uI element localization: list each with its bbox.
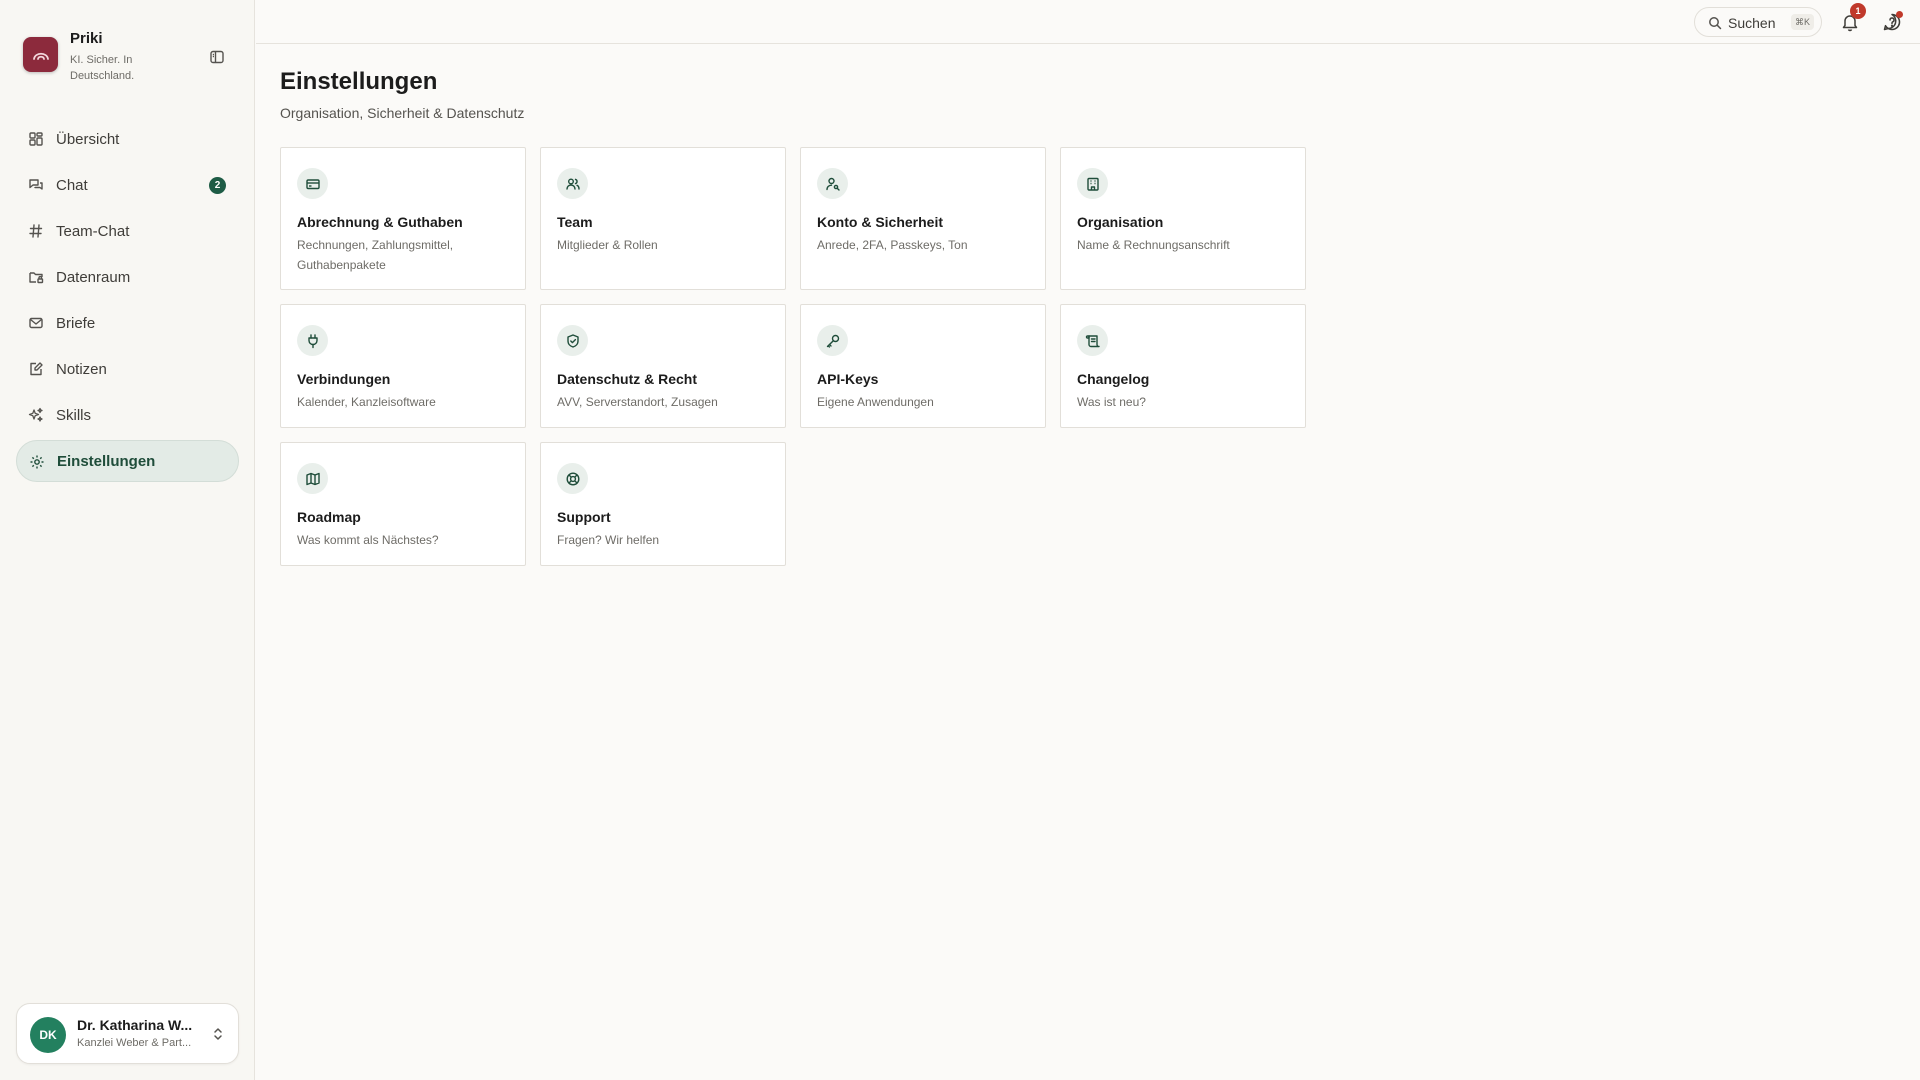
card-title: Abrechnung & Guthaben: [297, 214, 463, 230]
card-support[interactable]: Support Fragen? Wir helfen: [540, 442, 786, 566]
sidebar-item-label: Chat: [56, 176, 88, 194]
sidebar-item-label: Einstellungen: [57, 452, 156, 470]
note-edit-icon: [28, 361, 44, 377]
topbar: Suchen ⌘K 1: [256, 0, 1920, 44]
user-menu[interactable]: DK Dr. Katharina W... Kanzlei Weber & Pa…: [16, 1003, 239, 1064]
card-roadmap[interactable]: Roadmap Was kommt als Nächstes?: [280, 442, 526, 566]
mail-icon: [28, 315, 44, 331]
credit-card-icon: [297, 168, 328, 199]
card-konto-sicherheit[interactable]: Konto & Sicherheit Anrede, 2FA, Passkeys…: [800, 147, 1046, 290]
chat-bubbles-icon: [28, 177, 44, 193]
card-title: Datenschutz & Recht: [557, 371, 698, 387]
user-key-icon: [817, 168, 848, 199]
card-title: Support: [557, 509, 611, 525]
brand-name: Priki: [70, 30, 103, 47]
card-description: Eigene Anwendungen: [817, 395, 934, 409]
user-name: Dr. Katharina W...: [77, 1017, 193, 1033]
card-description: Mitglieder & Rollen: [557, 238, 658, 252]
scroll-icon: [1077, 325, 1108, 356]
sidebar-item-label: Briefe: [56, 314, 96, 332]
card-title: Organisation: [1077, 214, 1164, 230]
sidebar-item-label: Notizen: [56, 360, 107, 378]
users-icon: [557, 168, 588, 199]
sidebar-item-label: Skills: [56, 406, 92, 424]
sidebar-item-label: Team-Chat: [56, 222, 130, 240]
help-alert-dot: [1896, 11, 1903, 18]
card-description: Kalender, Kanzleisoftware: [297, 395, 436, 409]
sidebar-nav: Übersicht Chat 2 Team-Chat Datenraum Bri…: [16, 118, 239, 486]
sidebar-item-datenraum[interactable]: Datenraum: [16, 256, 239, 298]
card-abrechnung[interactable]: Abrechnung & Guthaben Rechnungen, Zahlun…: [280, 147, 526, 290]
building-icon: [1077, 168, 1108, 199]
card-changelog[interactable]: Changelog Was ist neu?: [1060, 304, 1306, 428]
card-title: API-Keys: [817, 371, 879, 387]
page-subtitle: Organisation, Sicherheit & Datenschutz: [280, 105, 525, 121]
search-icon: [1708, 16, 1722, 30]
sidebar-item-label: Datenraum: [56, 268, 131, 286]
card-organisation[interactable]: Organisation Name & Rechnungsanschrift: [1060, 147, 1306, 290]
card-team[interactable]: Team Mitglieder & Rollen: [540, 147, 786, 290]
sidebar-item-uebersicht[interactable]: Übersicht: [16, 118, 239, 160]
card-description: Was ist neu?: [1077, 395, 1146, 409]
card-description: Anrede, 2FA, Passkeys, Ton: [817, 238, 968, 252]
map-icon: [297, 463, 328, 494]
key-icon: [817, 325, 848, 356]
card-description: Rechnungen, Zahlungsmittel, Guthabenpake…: [297, 238, 454, 272]
chevron-up-down-icon: [211, 1026, 225, 1042]
card-verbindungen[interactable]: Verbindungen Kalender, Kanzleisoftware: [280, 304, 526, 428]
sparkles-icon: [28, 407, 44, 423]
life-buoy-icon: [557, 463, 588, 494]
sidebar-item-briefe[interactable]: Briefe: [16, 302, 239, 344]
sidebar-item-einstellungen[interactable]: Einstellungen: [16, 440, 239, 482]
card-description: Name & Rechnungsanschrift: [1077, 238, 1230, 252]
avatar: DK: [30, 1017, 66, 1053]
sidebar-collapse-icon[interactable]: [207, 47, 227, 67]
card-api-keys[interactable]: API-Keys Eigene Anwendungen: [800, 304, 1046, 428]
sidebar-item-team-chat[interactable]: Team-Chat: [16, 210, 239, 252]
user-org: Kanzlei Weber & Part...: [77, 1037, 192, 1049]
card-title: Roadmap: [297, 509, 361, 525]
card-title: Konto & Sicherheit: [817, 214, 944, 230]
card-title: Changelog: [1077, 371, 1150, 387]
notification-badge: 1: [1850, 3, 1866, 19]
hash-icon: [28, 223, 44, 239]
sidebar: Priki KI. Sicher. In Deutschland. Übersi…: [0, 0, 255, 1080]
folder-lock-icon: [28, 269, 44, 285]
layout-grid-icon: [28, 131, 44, 147]
card-title: Team: [557, 214, 593, 230]
sidebar-item-chat[interactable]: Chat 2: [16, 164, 239, 206]
card-datenschutz-recht[interactable]: Datenschutz & Recht AVV, Serverstandort,…: [540, 304, 786, 428]
sidebar-item-notizen[interactable]: Notizen: [16, 348, 239, 390]
card-title: Verbindungen: [297, 371, 391, 387]
card-description: Was kommt als Nächstes?: [297, 533, 439, 547]
gear-icon: [29, 454, 45, 470]
brand-logo-icon[interactable]: [23, 37, 58, 72]
card-description: Fragen? Wir helfen: [557, 533, 660, 547]
page-title: Einstellungen: [280, 68, 438, 95]
sidebar-item-skills[interactable]: Skills: [16, 394, 239, 436]
search-shortcut: ⌘K: [1791, 14, 1815, 30]
card-description: AVV, Serverstandort, Zusagen: [557, 395, 718, 409]
chat-unread-badge: 2: [209, 177, 226, 194]
search-label: Suchen: [1728, 15, 1776, 31]
plug-icon: [297, 325, 328, 356]
search-button[interactable]: Suchen ⌘K: [1694, 7, 1822, 37]
sidebar-item-label: Übersicht: [56, 130, 120, 148]
brand-tagline: KI. Sicher. In Deutschland.: [70, 54, 135, 82]
shield-check-icon: [557, 325, 588, 356]
